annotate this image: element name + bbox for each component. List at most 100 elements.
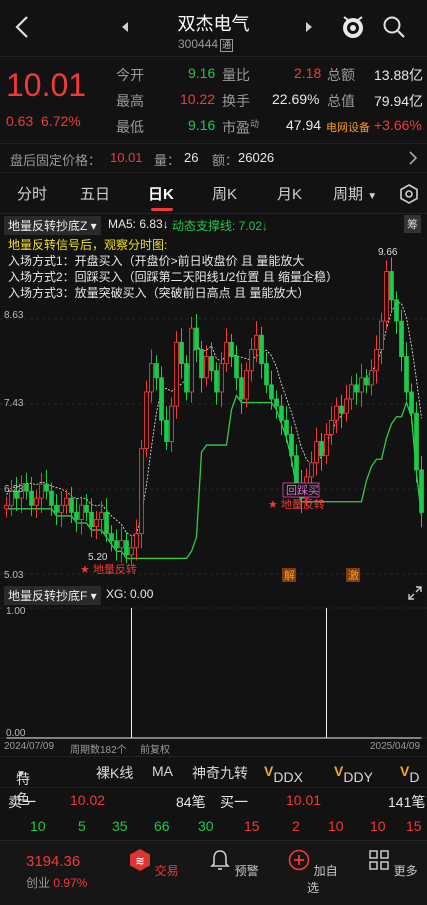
tab-monthly[interactable]: 月K [277, 183, 302, 204]
candle [39, 483, 44, 499]
candlestick-chart[interactable]: 8.63 7.43 6.23 5.03 9.66 5.20 ★ 地量反转 ★ 地… [0, 228, 427, 584]
toolbar-item-nakedk[interactable]: 裸K线 [96, 763, 133, 783]
afterhours-bar[interactable]: 盘后固定价格： 10.01 量： 26 额： 26026 [0, 146, 427, 170]
tab-daily[interactable]: 日K [148, 183, 174, 204]
candle [199, 349, 204, 379]
y-tick-top: 8.63 [4, 310, 24, 321]
candle [114, 540, 119, 549]
toolbar-item-ddx[interactable]: V DDX [264, 763, 303, 785]
index-widget[interactable]: 3194.36 创业 0.97% [26, 853, 96, 891]
candle [259, 334, 264, 365]
candle [359, 377, 364, 393]
turnover-label: 换手 [222, 93, 250, 109]
tab-period[interactable]: 周期 ▼ [333, 183, 377, 204]
toolbar-item-ma[interactable]: MA [152, 763, 173, 779]
low-value: 9.16 [188, 117, 216, 133]
buy-tick-5: 15 [406, 818, 422, 834]
candle [389, 271, 394, 301]
nav-alert[interactable]: 预警 [204, 849, 264, 879]
nav-trade[interactable]: ≋ 交易 [124, 849, 184, 879]
buy-label: 买一 [220, 794, 248, 810]
candle [69, 497, 74, 513]
order-book: 卖一 10.02 84笔 买一 10.01 141笔 10 5 35 66 30… [0, 788, 427, 840]
date-end: 2025/04/09 [370, 741, 421, 752]
open-value: 9.16 [188, 65, 216, 81]
candle [254, 334, 259, 350]
candle [74, 511, 79, 520]
high-label: 9.66 [378, 247, 398, 258]
chevron-right-icon [409, 151, 418, 165]
afterhours-label: 盘后固定价格： [10, 153, 102, 168]
retest-label: 回踩买 [286, 484, 319, 497]
candle [414, 412, 419, 471]
nav-add-watchlist[interactable]: 加自选 [283, 849, 343, 896]
tong-badge: 通 [220, 39, 234, 52]
candle [124, 540, 129, 556]
buy-tick-2: 2 [292, 818, 300, 834]
open-label: 今开 [116, 67, 144, 83]
tab-intraday[interactable]: 分时 [17, 183, 47, 204]
candle [174, 341, 179, 407]
candle [119, 540, 124, 549]
candle [234, 356, 239, 379]
indicator-toolbar: 特色 ▼ 裸K线 MA 神奇九转 V DDX V DDY V D [0, 756, 427, 807]
xg-line [6, 608, 422, 739]
buy-tick-1: 15 [244, 818, 260, 834]
afterhours-vol-label: 量： [154, 153, 181, 168]
candle [184, 363, 189, 393]
index-value: 3194.36 [26, 853, 81, 870]
sub-indicator-panel: 地量反转抄底F ▾ XG: 0.00 1.00 0.00 2024/07/09 … [0, 584, 427, 756]
bottom-nav: 3194.36 创业 0.97% ≋ 交易 预警 加自选 更多 [0, 840, 427, 905]
afterhours-amt-label: 额： [212, 153, 239, 168]
sub-y-bottom: 0.00 [6, 728, 26, 739]
plus-circle-icon [289, 849, 310, 871]
candle [274, 398, 279, 407]
signal-label-2: ★ 地量反转 [268, 497, 325, 511]
search-icon[interactable] [382, 15, 406, 39]
price-change: 0.63 6.72% [6, 113, 81, 129]
candle [4, 504, 9, 510]
sell-label: 卖一 [8, 794, 36, 810]
candle [354, 384, 359, 393]
robot-icon[interactable] [340, 14, 366, 40]
toolbar-item-d[interactable]: V D [400, 763, 419, 785]
sell-price: 10.02 [70, 792, 106, 808]
stock-code: 300444 通 [178, 37, 234, 52]
candle [179, 341, 184, 365]
toolbar-item-td9[interactable]: 神奇九转 [192, 763, 248, 783]
candle [99, 511, 104, 520]
high-value: 10.22 [180, 91, 216, 107]
sell-volume: 84笔 [176, 794, 206, 810]
gear-icon[interactable] [399, 184, 419, 204]
buy-tick-4: 10 [370, 818, 386, 834]
candle [109, 533, 114, 542]
candle [194, 327, 199, 350]
candle [339, 405, 344, 414]
mktcap-label: 总值 [327, 93, 355, 109]
low-label: 最低 [116, 119, 144, 135]
header: 双杰电气 300444 通 [0, 0, 427, 56]
expand-icon[interactable] [408, 586, 422, 600]
next-stock-icon[interactable] [306, 22, 312, 32]
sector-link[interactable]: 电网设备 [326, 119, 370, 135]
candle [264, 363, 269, 386]
toolbar-item-ddy[interactable]: V DDY [334, 763, 373, 785]
last-price: 10.01 [6, 67, 87, 103]
candle [369, 370, 374, 386]
candle [374, 349, 379, 372]
nav-more[interactable]: 更多 [363, 849, 423, 879]
candle [89, 511, 94, 527]
sector-change: +3.66% [374, 117, 422, 133]
tab-5day[interactable]: 五日 [80, 183, 110, 204]
tab-weekly[interactable]: 周K [212, 183, 237, 204]
amount-label: 总额 [327, 67, 355, 83]
trade-icon: ≋ [130, 849, 151, 871]
signal-chart[interactable]: 1.00 0.00 [0, 602, 427, 742]
sell-tick-2: 5 [78, 818, 86, 834]
candle [289, 434, 294, 457]
signal-label-1: ★ 地量反转 [80, 562, 137, 576]
candle [64, 497, 69, 506]
candle [134, 533, 139, 549]
candle [314, 441, 319, 464]
candle [284, 419, 289, 435]
